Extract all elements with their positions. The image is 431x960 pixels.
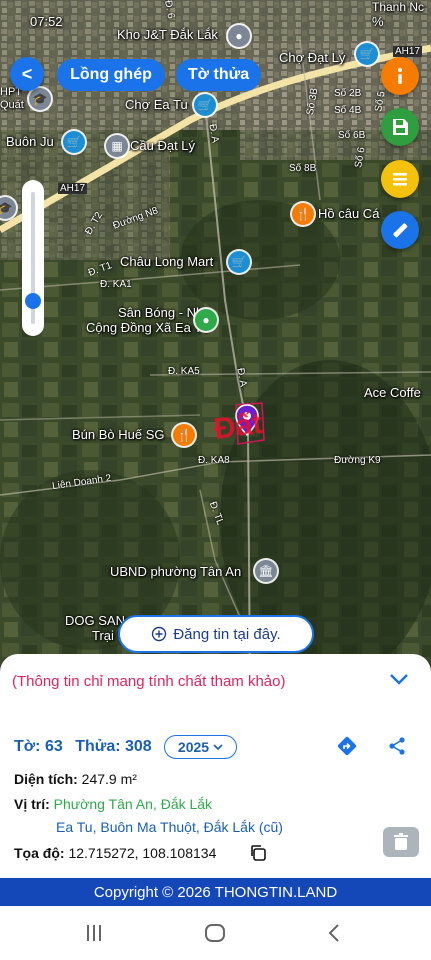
road-d-ka8: Đ. KA8 — [198, 455, 230, 466]
share-button[interactable] — [387, 736, 407, 761]
place-buon-ju[interactable]: Buôn Ju — [6, 134, 54, 149]
place-san-bong-2[interactable]: Cộng Đồng Xã Ea Tu — [86, 320, 209, 335]
recent-apps-button[interactable] — [84, 924, 104, 947]
directions-button[interactable] — [337, 736, 357, 761]
place-ubnd[interactable]: UBND phường Tân An — [110, 564, 241, 579]
place-thanh-nc: Thanh Nc — [372, 0, 425, 14]
home-button[interactable] — [204, 923, 226, 948]
zoom-slider[interactable] — [22, 180, 44, 336]
back-nav-button[interactable] — [327, 923, 341, 948]
list-icon — [393, 173, 407, 186]
list-button[interactable] — [381, 160, 419, 198]
android-nav-bar — [0, 906, 431, 960]
place-cho-ea-tu[interactable]: Chợ Ea Tu — [125, 97, 188, 112]
shopping-cart-icon[interactable]: 🛒 — [356, 43, 378, 65]
recent-apps-icon — [87, 925, 101, 941]
road-d-ka1: Đ. KA1 — [100, 279, 132, 290]
area-label: Diện tích: — [14, 771, 78, 787]
year-value: 2025 — [177, 739, 210, 755]
sheet-value: 63 — [44, 738, 63, 755]
place-bun-bo[interactable]: Bún Bò Huế SG — [72, 427, 165, 442]
status-time: 07:52 — [30, 14, 63, 29]
location-new: Phường Tân An, Đắk Lắk — [53, 796, 213, 812]
share-icon — [389, 737, 405, 755]
area-value: 247.9 m² — [81, 771, 137, 787]
overlay-button[interactable]: Lồng ghép — [57, 59, 165, 91]
park-icon[interactable]: ● — [195, 309, 217, 331]
road-ah17: AH17 — [393, 46, 423, 57]
collapse-button[interactable] — [388, 670, 410, 693]
place-dog-san: DOG SAN — [65, 613, 125, 628]
chevron-left-icon: < — [21, 63, 33, 84]
place-dog-san-trai: Trại — [92, 628, 114, 643]
post-listing-label: Đăng tin tại đây. — [173, 625, 281, 643]
directions-icon — [337, 736, 357, 756]
year-select[interactable]: 2025 — [164, 735, 237, 759]
home-icon — [205, 924, 225, 942]
place-quat: Quát — [0, 99, 24, 111]
road-so-8b: Số 8B — [289, 163, 317, 174]
status-battery: % — [372, 14, 384, 29]
road-d-ka5: Đ. KA5 — [168, 366, 200, 377]
coordinate-label: Tọa độ: — [14, 845, 65, 861]
reference-note: (Thông tin chỉ mang tính chất tham khảo) — [12, 673, 286, 690]
plus-circle-icon — [152, 626, 167, 642]
road-duong-k9: Đường K9 — [334, 455, 381, 466]
shopping-cart-icon[interactable]: 🛒 — [228, 251, 250, 273]
zoom-knob[interactable] — [25, 293, 41, 310]
back-icon — [328, 924, 339, 942]
road-so-2b: Số 2B — [334, 88, 362, 99]
sheet-label: Tờ: — [14, 738, 41, 755]
copyright-footer: Copyright © 2026 THONGTIN.LAND — [0, 878, 431, 906]
road-so-6b: Số 6B — [338, 130, 366, 141]
parcel-button[interactable]: Tờ thửa — [176, 59, 261, 91]
place-ho-cau[interactable]: Hồ câu Cá — [318, 206, 379, 221]
place-chau-long[interactable]: Châu Long Mart — [120, 254, 213, 269]
restaurant-icon[interactable]: 🍴 — [292, 203, 314, 225]
plot-label: Thửa: — [75, 738, 121, 755]
copy-coordinates-button[interactable] — [248, 843, 268, 868]
trash-icon — [394, 833, 408, 850]
shopping-cart-icon[interactable]: 🛒 — [63, 131, 85, 153]
measure-button[interactable] — [381, 211, 419, 249]
info-button[interactable] — [381, 57, 419, 95]
save-button[interactable] — [381, 108, 419, 146]
shopping-cart-icon[interactable]: 🛒 — [194, 94, 216, 116]
ruler-pencil-icon — [393, 223, 408, 238]
back-button[interactable]: < — [10, 57, 44, 91]
coordinate-value: 12.715272, 108.108134 — [68, 845, 217, 861]
parcel-info-sheet: (Thông tin chỉ mang tính chất tham khảo)… — [0, 654, 431, 878]
parcel-id-row: Tờ: 63 Thửa: 308 — [14, 738, 152, 756]
delete-button[interactable] — [383, 827, 419, 857]
place-ace-coffee[interactable]: Ace Coffe — [364, 385, 421, 400]
government-building-icon[interactable]: 🏛 — [255, 560, 277, 582]
parcel-label: Đất — [211, 406, 265, 447]
info-icon — [398, 68, 402, 84]
post-listing-button[interactable]: Đăng tin tại đây. — [118, 615, 314, 653]
map-view[interactable]: 07:52 % Kho J&T Đắk Lắk ● Thanh Nc Chợ Đ… — [0, 0, 431, 690]
map-pin-icon[interactable]: ● — [228, 25, 250, 47]
place-cau-dat-ly[interactable]: Cầu Đạt Lý — [130, 138, 195, 153]
copy-icon — [251, 845, 266, 861]
plot-value: 308 — [125, 738, 152, 755]
location-old: Ea Tu, Buôn Ma Thuột, Đắk Lắk (cũ) — [56, 819, 283, 835]
restaurant-icon[interactable]: 🍴 — [173, 424, 195, 446]
place-kho-jt[interactable]: Kho J&T Đắk Lắk — [117, 27, 218, 42]
location-label: Vị trí: — [14, 796, 50, 812]
school-icon[interactable]: 🎓 — [29, 88, 51, 110]
chevron-down-icon — [390, 674, 408, 685]
area-row: Diện tích: 247.9 m² — [14, 771, 137, 787]
place-cho-dat-ly[interactable]: Chợ Đạt Lý — [279, 50, 345, 65]
coordinate-row: Tọa độ: 12.715272, 108.108134 — [14, 845, 216, 861]
save-icon — [393, 119, 408, 135]
building-icon[interactable]: ▦ — [106, 135, 128, 157]
location-row: Vị trí: Phường Tân An, Đắk Lắk — [14, 796, 212, 812]
road-ah17: AH17 — [58, 183, 88, 194]
road-so-4b: Số 4B — [334, 105, 362, 116]
chevron-down-icon — [213, 744, 223, 751]
